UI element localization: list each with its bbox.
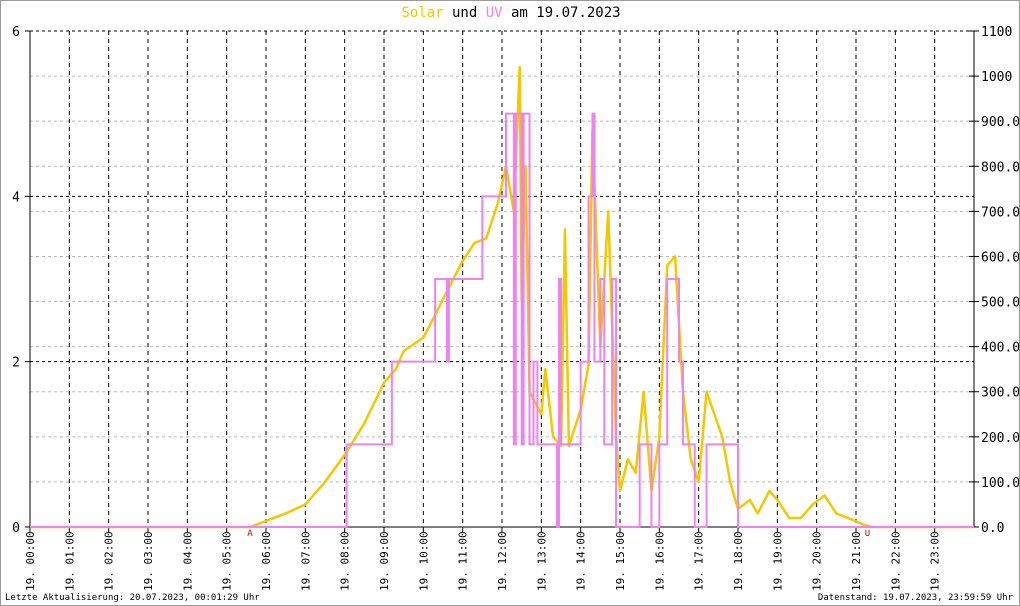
y-right-tick-label: 200.0 [981, 431, 1020, 446]
chart-plot: 19. 00:00 19. 01:00 19. 02:00 19. 03:00 19. … [12, 25, 1020, 591]
x-tick-label: 19. 07:00 [299, 531, 312, 591]
y-right-tick-label: 300.0 [981, 386, 1020, 401]
y-left-tick-label: 4 [12, 190, 20, 205]
x-tick-label: 19. 23:00 [929, 531, 942, 591]
x-tick-label: 19. 15:00 [614, 531, 627, 591]
x-tick-label: 19. 14:00 [575, 531, 588, 591]
x-tick-label: 19. 04:00 [181, 531, 194, 591]
y-right-tick-label: 0.0 [981, 521, 1004, 536]
y-right-tick-label: 600.0 [981, 250, 1020, 265]
x-tick-label: 19. 03:00 [142, 531, 155, 591]
x-tick-label: 19. 01:00 [63, 531, 76, 591]
x-tick-label: 19. 16:00 [653, 531, 666, 591]
x-tick-label: 19. 09:00 [378, 531, 391, 591]
y-left-tick-label: 0 [12, 521, 20, 536]
sunrise-marker: A [247, 529, 253, 539]
footer-last-update: Letzte Aktualisierung: 20.07.2023, 00:01… [5, 593, 260, 603]
y-right-tick-label: 900.0 [981, 115, 1020, 130]
chart-window: Solar und UV am 19.07.2023 19. 00:00 19. … [0, 0, 1020, 606]
x-tick-label: 19. 12:00 [496, 531, 509, 591]
x-tick-label: 19. 02:00 [103, 531, 116, 591]
x-tick-label: 19. 08:00 [339, 531, 352, 591]
x-tick-label: 19. 17:00 [693, 531, 706, 591]
x-tick-label: 19. 00:00 [24, 531, 37, 591]
footer-data-status: Datenstand: 19.07.2023, 23:59:59 Uhr [817, 593, 1013, 603]
x-tick-label: 19. 22:00 [889, 531, 902, 591]
x-tick-label: 19. 13:00 [535, 531, 548, 591]
x-tick-label: 19. 11:00 [457, 531, 470, 591]
x-tick-label: 19. 18:00 [732, 531, 745, 591]
y-right-tick-label: 700.0 [981, 205, 1020, 220]
y-right-tick-label: 1000 [981, 70, 1012, 85]
y-left-tick-label: 2 [12, 356, 20, 371]
x-tick-label: 19. 19:00 [771, 531, 784, 591]
y-right-tick-label: 800.0 [981, 160, 1020, 175]
y-left-tick-label: 6 [12, 25, 20, 40]
x-tick-label: 19. 10:00 [417, 531, 430, 591]
y-right-tick-label: 1100 [981, 25, 1012, 40]
x-tick-label: 19. 20:00 [811, 531, 824, 591]
x-tick-label: 19. 05:00 [221, 531, 234, 591]
x-tick-label: 19. 06:00 [260, 531, 273, 591]
y-right-tick-label: 100.0 [981, 476, 1020, 491]
sunset-marker: U [865, 529, 870, 539]
x-tick-label: 19. 21:00 [850, 531, 863, 591]
y-right-tick-label: 400.0 [981, 341, 1020, 356]
y-right-tick-label: 500.0 [981, 296, 1020, 311]
